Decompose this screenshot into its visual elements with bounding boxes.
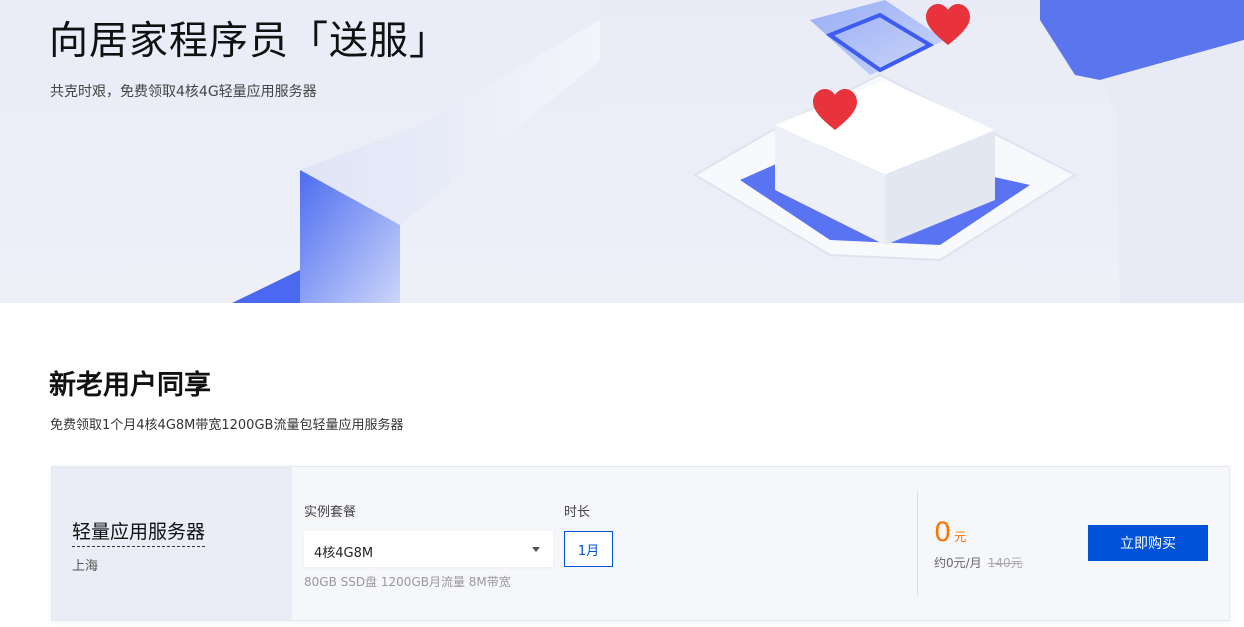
product-name[interactable]: 轻量应用服务器 bbox=[72, 517, 206, 547]
price-monthly-text: 约0元/月 bbox=[934, 556, 982, 570]
banner-title: 向居家程序员「送服」 bbox=[49, 19, 450, 64]
caret-down-icon bbox=[532, 547, 540, 552]
original-price: 140元 bbox=[987, 556, 1023, 570]
plan-spec: 80GB SSD盘 1200GB月流量 8M带宽 bbox=[304, 575, 511, 589]
section-description: 免费领取1个月4核4G8M带宽1200GB流量包轻量应用服务器 bbox=[50, 418, 404, 433]
plan-select[interactable]: 4核4G8M bbox=[304, 531, 553, 567]
duration-option-1-month[interactable]: 1月 bbox=[564, 531, 613, 567]
buy-now-button[interactable]: 立即购买 bbox=[1088, 525, 1208, 561]
price-amount: 0 bbox=[934, 517, 952, 548]
plan-label: 实例套餐 bbox=[304, 505, 357, 520]
product-card: 轻量应用服务器 上海 实例套餐 4核4G8M 80GB SSD盘 1200GB月… bbox=[51, 466, 1230, 621]
hero-banner: 向居家程序员「送服」 共克时艰，免费领取4核4G轻量应用服务器 bbox=[0, 0, 1244, 303]
duration-label: 时长 bbox=[564, 505, 591, 520]
product-region: 上海 bbox=[72, 559, 99, 574]
divider bbox=[917, 491, 918, 596]
price-monthly: 约0元/月 140元 bbox=[934, 554, 1023, 571]
price: 0元 bbox=[934, 517, 966, 548]
section-title: 新老用户同享 bbox=[49, 370, 211, 401]
product-info-panel: 轻量应用服务器 上海 bbox=[52, 467, 292, 620]
price-unit: 元 bbox=[954, 530, 967, 544]
banner-subtitle: 共克时艰，免费领取4核4G轻量应用服务器 bbox=[50, 84, 317, 100]
plan-select-value: 4核4G8M bbox=[314, 546, 374, 561]
